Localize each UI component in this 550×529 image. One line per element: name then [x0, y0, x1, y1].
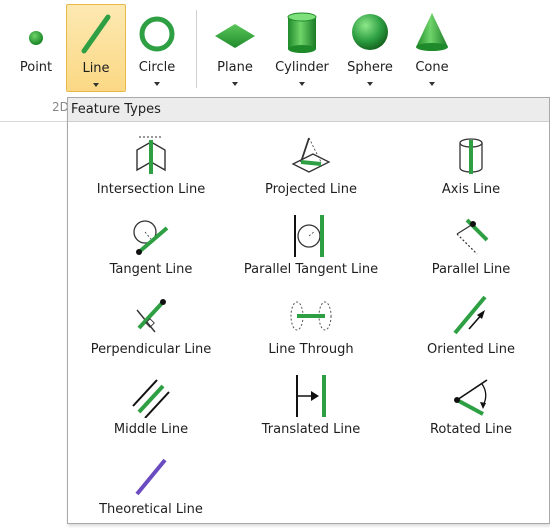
menu-item-translated-line[interactable]: Translated Line: [231, 371, 391, 449]
tab-underline: [0, 121, 68, 122]
cone-icon: [404, 8, 460, 56]
parallel-tangent-line-icon: [231, 213, 391, 259]
plane-dropdown-caret[interactable]: [208, 82, 262, 88]
point-button-label: Point: [19, 60, 53, 75]
cylinder-button-label: Cylinder: [275, 60, 329, 75]
menu-item-theoretical-line[interactable]: Theoretical Line: [71, 451, 231, 529]
translated-line-icon: [231, 373, 391, 419]
menu-item-middle-line[interactable]: Middle Line: [71, 371, 231, 449]
line-button[interactable]: Line: [66, 4, 126, 92]
toolbar-separator: [196, 10, 197, 88]
cone-button[interactable]: Cone: [404, 4, 460, 92]
sphere-button[interactable]: Sphere: [340, 4, 400, 92]
perpendicular-line-icon: [71, 293, 231, 339]
menu-item-line-through[interactable]: Line Through: [231, 291, 391, 369]
sphere-dropdown-caret[interactable]: [340, 82, 400, 88]
circle-button[interactable]: Circle: [128, 4, 186, 92]
tangent-line-icon: [71, 213, 231, 259]
menu-item-label: Rotated Line: [429, 422, 513, 437]
menu-item-label: Projected Line: [265, 182, 357, 197]
line-through-icon: [231, 293, 391, 339]
menu-item-label: Tangent Line: [109, 262, 193, 277]
menu-item-rotated-line[interactable]: Rotated Line: [391, 371, 550, 449]
sphere-button-label: Sphere: [347, 60, 393, 75]
menu-item-parallel-tangent-line[interactable]: Parallel Tangent Line: [231, 211, 391, 289]
middle-line-icon: [71, 373, 231, 419]
menu-item-label: Theoretical Line: [99, 502, 203, 517]
menu-item-oriented-line[interactable]: Oriented Line: [391, 291, 550, 369]
cone-button-label: Cone: [415, 60, 449, 75]
cylinder-icon: [268, 8, 336, 56]
menu-item-label: Axis Line: [441, 182, 501, 197]
menu-item-axis-line[interactable]: Axis Line: [391, 131, 550, 209]
oriented-line-icon: [391, 293, 550, 339]
menu-item-parallel-line[interactable]: Parallel Line: [391, 211, 550, 289]
cylinder-dropdown-caret[interactable]: [268, 82, 336, 88]
plane-icon: [208, 8, 262, 56]
menu-item-label: Parallel Line: [431, 262, 511, 277]
dropdown-header: Feature Types: [68, 98, 549, 122]
menu-item-label: Intersection Line: [96, 182, 206, 197]
sphere-icon: [340, 8, 400, 56]
plane-button[interactable]: Plane: [208, 4, 262, 92]
projected-line-icon: [231, 133, 391, 179]
circle-icon: [128, 8, 186, 56]
menu-item-intersection-line[interactable]: Intersection Line: [71, 131, 231, 209]
menu-item-label: Line Through: [268, 342, 354, 357]
circle-button-label: Circle: [138, 60, 176, 75]
feature-types-dropdown: Feature Types Intersection Line Projecte…: [67, 97, 550, 524]
menu-item-label: Oriented Line: [427, 342, 515, 357]
menu-item-label: Middle Line: [113, 422, 189, 437]
rotated-line-icon: [391, 373, 550, 419]
plane-button-label: Plane: [217, 60, 253, 75]
cone-dropdown-caret[interactable]: [404, 82, 460, 88]
cylinder-button[interactable]: Cylinder: [268, 4, 336, 92]
point-icon: [8, 8, 64, 56]
menu-item-label: Perpendicular Line: [90, 342, 212, 357]
menu-item-projected-line[interactable]: Projected Line: [231, 131, 391, 209]
menu-item-tangent-line[interactable]: Tangent Line: [71, 211, 231, 289]
theoretical-line-icon: [71, 453, 231, 499]
circle-dropdown-caret[interactable]: [128, 82, 186, 88]
point-button[interactable]: Point: [8, 4, 64, 92]
parallel-line-icon: [391, 213, 550, 259]
menu-item-label: Translated Line: [261, 422, 361, 437]
menu-item-perpendicular-line[interactable]: Perpendicular Line: [71, 291, 231, 369]
line-dropdown-caret[interactable]: [67, 83, 125, 89]
ribbon-toolbar: Point Line Circle Plane Cylinder Sphere …: [0, 0, 550, 97]
axis-line-icon: [391, 133, 550, 179]
line-icon: [67, 9, 125, 57]
menu-item-label: Parallel Tangent Line: [243, 262, 379, 277]
intersection-line-icon: [71, 133, 231, 179]
line-button-label: Line: [82, 61, 110, 76]
